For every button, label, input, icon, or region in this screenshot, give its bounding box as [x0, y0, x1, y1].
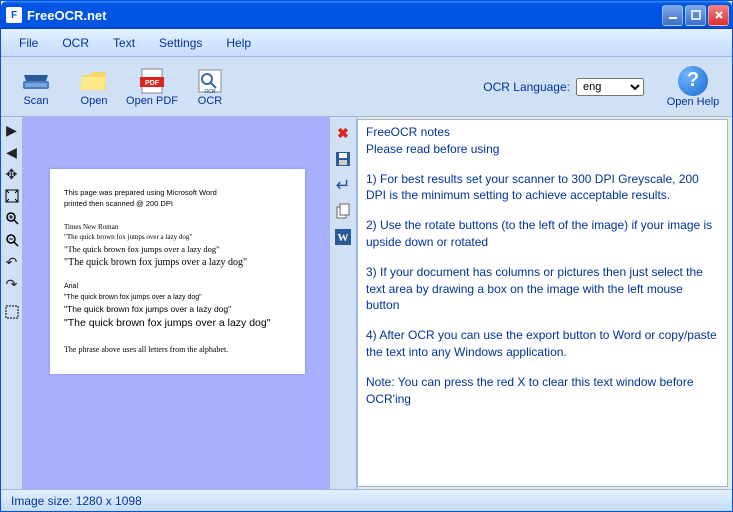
- help-label: Open Help: [667, 96, 720, 108]
- rotate-ccw-icon[interactable]: ↶: [3, 253, 21, 271]
- doc-l6: "The quick brown fox jumps over a lazy d…: [64, 316, 297, 332]
- ocr-button[interactable]: OCR OCR: [181, 60, 239, 114]
- menu-settings[interactable]: Settings: [149, 32, 212, 54]
- open-pdf-label: Open PDF: [126, 95, 178, 107]
- titlebar: F FreeOCR.net: [1, 1, 732, 29]
- pdf-icon: PDF: [136, 67, 168, 95]
- image-viewport[interactable]: This page was prepared using Microsoft W…: [25, 119, 327, 487]
- copy-icon[interactable]: [333, 201, 353, 221]
- language-area: OCR Language: eng: [483, 78, 644, 96]
- menu-text[interactable]: Text: [103, 32, 145, 54]
- close-button[interactable]: [708, 5, 729, 26]
- doc-font2: Arial: [64, 282, 297, 293]
- undo-icon[interactable]: ↵: [333, 175, 353, 195]
- window-title: FreeOCR.net: [27, 8, 662, 23]
- menubar: File OCR Text Settings Help: [1, 29, 732, 57]
- text-output-panel[interactable]: FreeOCR notes Please read before using 1)…: [357, 119, 728, 487]
- notes-p1: 1) For best results set your scanner to …: [366, 171, 719, 205]
- app-window: F FreeOCR.net File OCR Text Settings Hel…: [0, 0, 733, 512]
- notes-p3: 3) If your document has columns or pictu…: [366, 264, 719, 314]
- language-select[interactable]: eng: [576, 78, 644, 96]
- move-icon[interactable]: ✥: [3, 165, 21, 183]
- maximize-button[interactable]: [685, 5, 706, 26]
- statusbar: Image size: 1280 x 1098: [1, 489, 732, 511]
- doc-h1: This page was prepared using Microsoft W…: [64, 187, 297, 198]
- svg-text:PDF: PDF: [145, 80, 160, 87]
- doc-l2: "The quick brown fox jumps over a lazy d…: [64, 243, 297, 256]
- doc-h2: printed then scanned @ 200 DPI: [64, 198, 297, 209]
- rotate-cw-icon[interactable]: ↷: [3, 275, 21, 293]
- doc-footer: The phrase above uses all letters from t…: [64, 344, 297, 356]
- content-area: ▶ ◀ ✥ ↶ ↷ This page was prepared using M…: [1, 117, 732, 489]
- open-button[interactable]: Open: [65, 60, 123, 114]
- open-pdf-button[interactable]: PDF Open PDF: [123, 60, 181, 114]
- notes-p4: 4) After OCR you can use the export butt…: [366, 327, 719, 361]
- ocr-icon: OCR: [194, 67, 226, 95]
- zoom-in-icon[interactable]: [3, 209, 21, 227]
- fit-icon[interactable]: [3, 187, 21, 205]
- open-help-button[interactable]: ? Open Help: [660, 60, 726, 114]
- app-icon: F: [6, 7, 22, 23]
- minimize-button[interactable]: [662, 5, 683, 26]
- save-icon[interactable]: [333, 149, 353, 169]
- notes-p2: 2) Use the rotate buttons (to the left o…: [366, 217, 719, 251]
- arrow-right-icon[interactable]: ▶: [3, 121, 21, 139]
- window-controls: [662, 5, 729, 26]
- help-icon: ?: [678, 66, 708, 96]
- language-label: OCR Language:: [483, 80, 570, 94]
- scan-label: Scan: [23, 95, 48, 107]
- word-export-icon[interactable]: W: [333, 227, 353, 247]
- status-text: Image size: 1280 x 1098: [11, 494, 142, 508]
- scanner-icon: [20, 67, 52, 95]
- left-toolbar: ▶ ◀ ✥ ↶ ↷: [1, 117, 23, 489]
- image-panel: This page was prepared using Microsoft W…: [23, 117, 329, 489]
- select-icon[interactable]: [3, 303, 21, 321]
- notes-title: FreeOCR notes: [366, 125, 450, 139]
- menu-file[interactable]: File: [9, 32, 48, 54]
- notes-subtitle: Please read before using: [366, 142, 499, 156]
- doc-l3: "The quick brown fox jumps over a lazy d…: [64, 255, 297, 270]
- doc-l4: "The quick brown fox jumps over a lazy d…: [64, 293, 297, 304]
- clear-text-button[interactable]: ✖: [333, 123, 353, 143]
- open-label: Open: [81, 95, 108, 107]
- doc-l5: "The quick brown fox jumps over a lazy d…: [64, 303, 297, 316]
- mid-toolbar: ✖ ↵ W: [329, 117, 357, 489]
- scanned-page: This page was prepared using Microsoft W…: [50, 169, 305, 374]
- doc-font1: Times New Roman: [64, 222, 297, 233]
- notes-note: Note: You can press the red X to clear t…: [366, 374, 719, 408]
- arrow-left-icon[interactable]: ◀: [3, 143, 21, 161]
- svg-text:W: W: [338, 232, 349, 244]
- zoom-out-icon[interactable]: [3, 231, 21, 249]
- toolbar: Scan Open PDF Open PDF OCR OCR OCR Langu…: [1, 57, 732, 117]
- folder-icon: [78, 67, 110, 95]
- menu-ocr[interactable]: OCR: [52, 32, 99, 54]
- menu-help[interactable]: Help: [216, 32, 261, 54]
- doc-l1: "The quick brown fox jumps over a lazy d…: [64, 232, 297, 243]
- ocr-label: OCR: [198, 95, 222, 107]
- scan-button[interactable]: Scan: [7, 60, 65, 114]
